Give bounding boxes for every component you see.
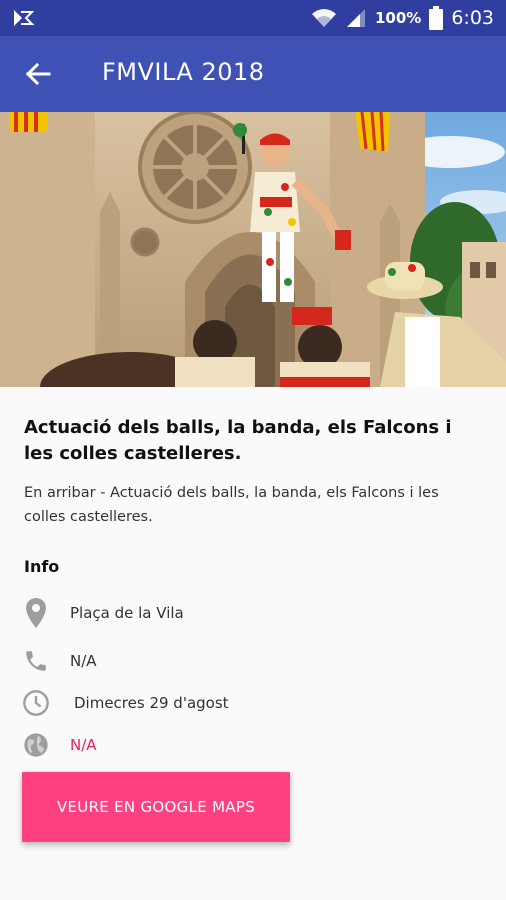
signal-icon bbox=[346, 9, 365, 27]
location-pin-icon bbox=[22, 598, 50, 628]
event-description: En arribar - Actuació dels balls, la ban… bbox=[24, 485, 439, 525]
app-bar: FMVILA 2018 bbox=[0, 36, 506, 112]
info-row-web[interactable]: N/A bbox=[22, 728, 97, 762]
info-row-phone[interactable]: N/A bbox=[22, 644, 97, 678]
status-icons: 100% 6:03 bbox=[311, 5, 494, 31]
battery-icon bbox=[429, 6, 444, 30]
phone-text: N/A bbox=[70, 652, 97, 670]
globe-icon bbox=[22, 731, 50, 759]
web-link[interactable]: N/A bbox=[70, 736, 97, 754]
phone-icon bbox=[22, 647, 50, 675]
location-text: Plaça de la Vila bbox=[70, 604, 184, 622]
clock-icon bbox=[22, 689, 50, 717]
info-row-date: Dimecres 29 d'agost bbox=[22, 686, 229, 720]
battery-percentage: 100% bbox=[374, 9, 422, 27]
event-title: Actuació dels balls, la banda, els Falco… bbox=[24, 417, 452, 464]
clock: 6:03 bbox=[451, 7, 494, 29]
date-text: Dimecres 29 d'agost bbox=[74, 694, 229, 712]
castellers-cathedral-photo bbox=[0, 112, 506, 387]
info-row-location[interactable]: Plaça de la Vila bbox=[22, 596, 184, 630]
event-details: Actuació dels balls, la banda, els Falco… bbox=[0, 387, 506, 576]
info-label: Info bbox=[24, 557, 60, 576]
wifi-icon bbox=[311, 9, 336, 27]
google-maps-button[interactable]: VEURE EN GOOGLE MAPS bbox=[22, 772, 290, 842]
app-notification-icon bbox=[14, 10, 34, 26]
arrow-back-icon[interactable] bbox=[22, 58, 54, 90]
hero-image bbox=[0, 112, 506, 387]
page-title: FMVILA 2018 bbox=[102, 58, 265, 86]
status-bar: 100% 6:03 bbox=[0, 0, 506, 36]
